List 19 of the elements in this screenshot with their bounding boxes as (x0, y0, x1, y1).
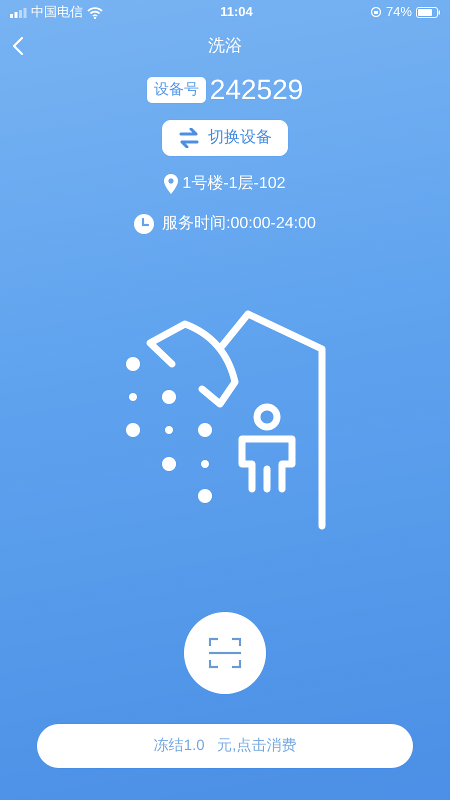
location-text: 1号楼-1层-102 (182, 174, 286, 194)
carrier-name: 中国电信 (31, 3, 83, 22)
device-label: 设备号 (146, 76, 206, 104)
battery-percent: 74% (386, 3, 412, 22)
back-button[interactable] (12, 34, 24, 58)
location-pin-icon (164, 174, 178, 194)
status-time: 11:04 (220, 3, 253, 22)
wifi-icon (87, 6, 103, 18)
device-number: 242529 (210, 76, 304, 104)
signal-icon (10, 6, 27, 18)
consume-button[interactable]: 冻结1.0 元,点击消费 (37, 724, 413, 768)
battery-icon (416, 6, 440, 18)
scan-icon (208, 637, 242, 669)
rotation-lock-icon (370, 6, 382, 18)
switch-device-button[interactable]: 切换设备 (162, 120, 288, 156)
swap-arrows-icon (178, 128, 200, 148)
page-title: 洗浴 (208, 35, 242, 58)
clock-icon (134, 214, 154, 234)
service-time: 服务时间:00:00-24:00 (162, 214, 316, 234)
